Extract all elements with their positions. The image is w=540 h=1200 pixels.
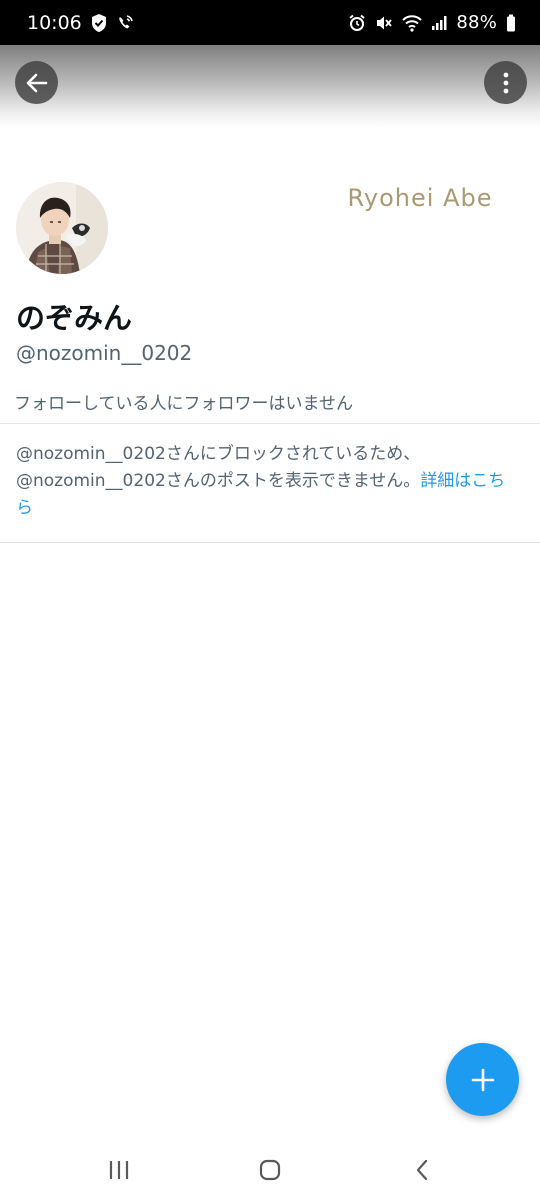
profile-banner[interactable] <box>0 45 540 128</box>
divider <box>0 542 540 543</box>
status-time: 10:06 <box>27 11 82 34</box>
signal-icon <box>431 12 447 34</box>
wifi-icon <box>402 12 423 34</box>
avatar[interactable] <box>16 182 108 274</box>
recents-icon <box>109 1161 129 1179</box>
mute-icon <box>375 12 393 34</box>
blocked-notice: @nozomin__0202さんにブロックされているため、 @nozomin__… <box>16 441 520 522</box>
status-right: 88% <box>348 12 516 34</box>
avatar-photo <box>16 182 108 274</box>
system-nav-bar <box>0 1140 540 1200</box>
more-vertical-icon <box>503 72 508 93</box>
plus-icon <box>471 1068 494 1091</box>
compose-post-button[interactable] <box>446 1043 519 1116</box>
home-icon <box>259 1159 281 1181</box>
wifi-call-icon <box>116 12 134 34</box>
more-options-button[interactable] <box>484 61 527 104</box>
blocked-notice-line1: @nozomin__0202さんにブロックされているため、 <box>16 444 421 464</box>
arrow-left-icon <box>26 73 47 92</box>
divider <box>0 423 540 424</box>
nav-back-button[interactable] <box>402 1154 442 1186</box>
profile-handle: @nozomin__0202 <box>16 341 193 365</box>
status-left: 10:06 <box>27 12 134 34</box>
profile-display-name: のぞみん <box>16 301 133 335</box>
nav-recents-button[interactable] <box>99 1154 139 1186</box>
battery-icon <box>506 12 516 34</box>
back-button[interactable] <box>15 61 58 104</box>
status-bar: 10:06 88% <box>0 0 540 45</box>
shield-check-icon <box>90 12 108 34</box>
battery-percent: 88% <box>456 12 497 33</box>
alarm-icon <box>348 12 366 34</box>
blocked-notice-line2: @nozomin__0202さんのポストを表示できません。 <box>16 471 421 491</box>
back-icon <box>416 1159 428 1181</box>
followers-you-know-note: フォローしている人にフォロワーはいません <box>14 394 353 414</box>
nav-home-button[interactable] <box>250 1154 290 1186</box>
banner-watermark-text: Ryohei Abe <box>347 184 493 212</box>
